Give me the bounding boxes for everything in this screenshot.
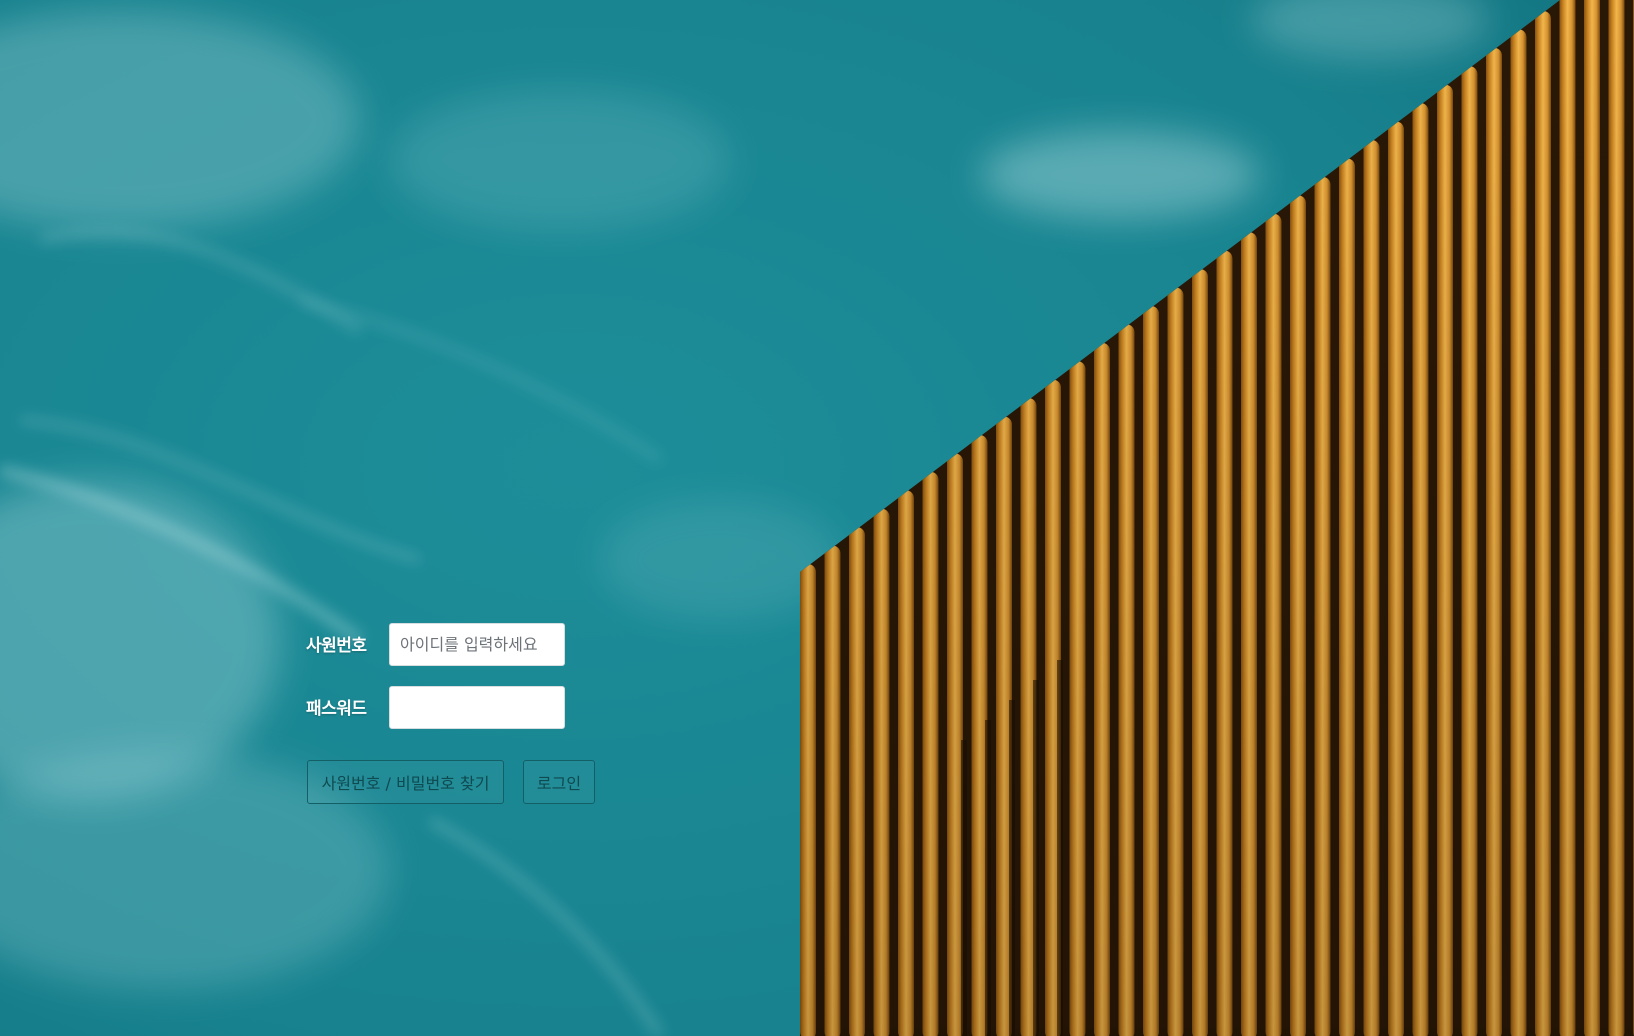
login-page: 사원번호 패스워드 사원번호 / 비밀번호 찾기 로그인 <box>0 0 1634 1036</box>
employee-id-label: 사원번호 <box>306 636 367 656</box>
find-id-password-button[interactable]: 사원번호 / 비밀번호 찾기 <box>307 760 504 804</box>
employee-id-input[interactable] <box>389 623 565 666</box>
login-button[interactable]: 로그인 <box>523 760 595 804</box>
login-form: 사원번호 패스워드 사원번호 / 비밀번호 찾기 로그인 <box>306 622 596 806</box>
password-label: 패스워드 <box>306 699 367 719</box>
password-input[interactable] <box>389 686 565 729</box>
background-image <box>0 0 1634 1036</box>
